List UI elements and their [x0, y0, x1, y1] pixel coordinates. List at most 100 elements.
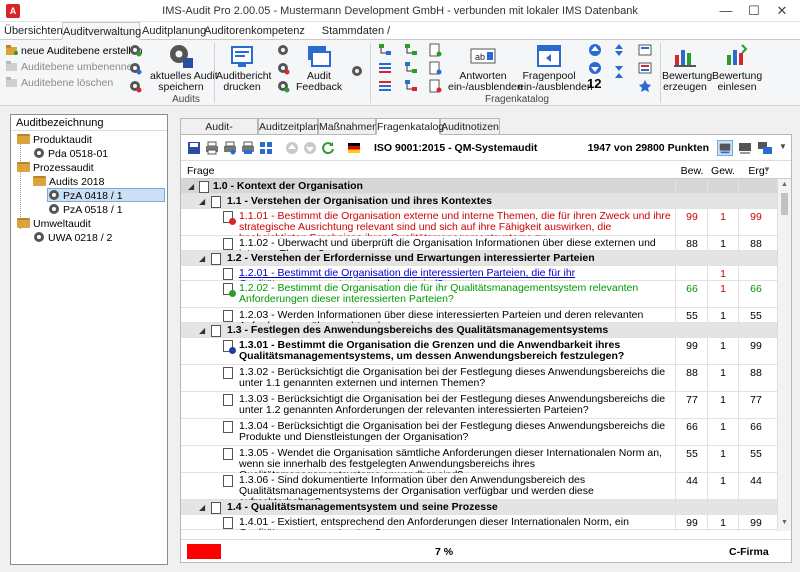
column-header-gew[interactable]: Gew.: [708, 165, 738, 177]
refresh-icon[interactable]: [321, 141, 335, 155]
cell-erg[interactable]: 99: [741, 211, 771, 223]
cell-bew[interactable]: 99: [677, 340, 707, 352]
cell-gew[interactable]: 1: [708, 340, 738, 352]
print-icon[interactable]: [205, 141, 219, 155]
question-row[interactable]: 1.2.02 - Bestimmt die Organisation die f…: [181, 281, 777, 308]
tab-audit-stammdaten[interactable]: Audit-Stammdaten: [180, 118, 258, 149]
cell-gew[interactable]: 1: [708, 268, 738, 280]
question-row[interactable]: 1.3.05 - Wendet die Organisation sämtlic…: [181, 446, 777, 473]
view-split-icon[interactable]: [757, 140, 773, 156]
arrow-up-icon[interactable]: [285, 141, 299, 155]
grid-icon[interactable]: [259, 141, 273, 155]
question-row[interactable]: 1.3.03 - Berücksichtigt die Organisation…: [181, 392, 777, 419]
cell-bew[interactable]: 77: [677, 394, 707, 406]
section-row[interactable]: ◢ 1.1 - Verstehen der Organisation und ih…: [181, 194, 777, 209]
question-row[interactable]: 1.2.03 - Werden Informationen über diese…: [181, 308, 777, 323]
tree-add-icon[interactable]: [404, 43, 418, 57]
question-row[interactable]: 1.2.01 - Bestimmt die Organisation die i…: [181, 266, 777, 281]
cell-erg[interactable]: 66: [741, 421, 771, 433]
question-row[interactable]: 1.3.01 - Bestimmt die Organisation die G…: [181, 338, 777, 365]
doc-edit-icon[interactable]: [428, 61, 442, 75]
cell-erg[interactable]: 77: [741, 394, 771, 406]
german-flag-icon[interactable]: [347, 141, 361, 155]
toggle-answers-button[interactable]: ab Antworten ein-/ausblenden: [448, 43, 523, 93]
rename-audit-level-button[interactable]: Auditebene umbenennen: [6, 59, 138, 75]
cell-bew[interactable]: 55: [677, 310, 707, 322]
cell-erg[interactable]: 66: [741, 283, 771, 295]
cell-bew[interactable]: 99: [677, 211, 707, 223]
cell-gew[interactable]: 1: [708, 238, 738, 250]
cell-erg[interactable]: 55: [741, 448, 771, 460]
cell-bew[interactable]: 88: [677, 238, 707, 250]
expand-icon[interactable]: [612, 43, 626, 57]
tab-massnahmen[interactable]: Maßnahmen: [318, 118, 378, 135]
cell-bew[interactable]: 66: [677, 421, 707, 433]
close-button[interactable]: ✕: [768, 0, 796, 22]
section-row[interactable]: ◢ 1.3 - Festlegen des Anwendungsbereichs …: [181, 323, 777, 338]
tab-auditnotizen[interactable]: Auditnotizen: [440, 118, 500, 135]
tree-node-pza-0418-1[interactable]: PzA 0418 / 1: [47, 188, 165, 202]
question-row[interactable]: 1.4.02 - Wird das Qualitätsmanagementsys…: [181, 530, 777, 531]
tab-fragenkatalog[interactable]: Fragenkatalog: [376, 118, 444, 135]
tree-delete-icon[interactable]: [404, 79, 418, 93]
new-audit-level-button[interactable]: neue Auditebene erstellen: [6, 43, 142, 59]
cell-erg[interactable]: 99: [741, 340, 771, 352]
save-icon[interactable]: [187, 141, 201, 155]
collapse-arrow-icon[interactable]: ◢: [199, 254, 205, 263]
print-report-button[interactable]: Auditbericht drucken: [216, 43, 271, 93]
catalog-list-icon[interactable]: [638, 61, 652, 75]
cell-gew[interactable]: 1: [708, 310, 738, 322]
catalog-icon[interactable]: [638, 43, 652, 57]
gear-icon[interactable]: [276, 43, 290, 57]
create-rating-button[interactable]: Bewertung erzeugen: [662, 43, 712, 93]
minimize-button[interactable]: —: [712, 0, 740, 22]
gear-add-icon[interactable]: [128, 43, 142, 57]
question-row[interactable]: 1.1.02 - Überwacht und überprüft die Org…: [181, 236, 777, 251]
tree-icon[interactable]: [378, 43, 392, 57]
column-header-frage[interactable]: Frage: [187, 165, 214, 177]
cell-bew[interactable]: 55: [677, 448, 707, 460]
tree-node-prozessaudit[interactable]: Prozessaudit: [17, 161, 94, 175]
tree-node-produktaudit[interactable]: Produktaudit: [17, 133, 92, 147]
cell-erg[interactable]: 44: [741, 475, 771, 487]
tree-node-audits-2018[interactable]: Audits 2018: [33, 175, 104, 189]
cell-gew[interactable]: 1: [708, 421, 738, 433]
tab-auditverwaltung[interactable]: Auditverwaltung: [62, 22, 141, 40]
cell-gew[interactable]: 1: [708, 517, 738, 529]
tab-auditplanung[interactable]: Auditplanung: [142, 22, 206, 40]
scroll-up-icon[interactable]: ▲: [781, 181, 788, 188]
gear-export-icon[interactable]: [276, 61, 290, 75]
scroll-thumb[interactable]: [781, 193, 788, 215]
gear-import-icon[interactable]: [276, 79, 290, 93]
collapse-arrow-icon[interactable]: ◢: [199, 326, 205, 335]
star-icon[interactable]: [638, 79, 652, 93]
toggle-pool-button[interactable]: Fragenpool ein-/ausblenden: [518, 43, 593, 93]
cell-gew[interactable]: 1: [708, 283, 738, 295]
gear-settings-icon[interactable]: [350, 64, 364, 78]
question-row[interactable]: 1.3.04 - Berücksichtigt die Organisation…: [181, 419, 777, 446]
section-row[interactable]: ◢ 1.4 - Qualitätsmanagementsystem und sei…: [181, 500, 777, 515]
list-icon[interactable]: [378, 61, 392, 75]
doc-delete-icon[interactable]: [428, 79, 442, 93]
sort-chevron-icon[interactable]: ▼: [763, 165, 771, 174]
font-size-value[interactable]: 12: [587, 76, 601, 92]
tab-auditzeitplan[interactable]: Auditzeitplan: [258, 118, 319, 135]
section-row[interactable]: ◢ 1.0 - Kontext der Organisation: [181, 179, 777, 194]
tab-auditorenkompetenz[interactable]: Auditorenkompetenz: [204, 22, 305, 40]
arrow-down-circle-icon[interactable]: [588, 61, 602, 75]
gear-edit-icon[interactable]: [128, 61, 142, 75]
cell-erg[interactable]: 55: [741, 310, 771, 322]
arrow-up-circle-icon[interactable]: [588, 43, 602, 57]
scroll-down-icon[interactable]: ▼: [781, 519, 788, 526]
view-100-icon[interactable]: [717, 140, 733, 156]
column-header-erg[interactable]: Erg.: [739, 165, 777, 177]
question-row[interactable]: 1.3.02 - Berücksichtigt die Organisation…: [181, 365, 777, 392]
delete-audit-level-button[interactable]: Auditebene löschen: [6, 75, 113, 91]
cell-gew[interactable]: 1: [708, 211, 738, 223]
chevron-down-icon[interactable]: ▼: [779, 142, 787, 151]
cell-gew[interactable]: 1: [708, 367, 738, 379]
arrow-down-icon[interactable]: [303, 141, 317, 155]
print-list-icon[interactable]: [241, 141, 255, 155]
tree-node-uwa-0218-2[interactable]: UWA 0218 / 2: [33, 231, 112, 245]
gear-delete-icon[interactable]: [128, 79, 142, 93]
